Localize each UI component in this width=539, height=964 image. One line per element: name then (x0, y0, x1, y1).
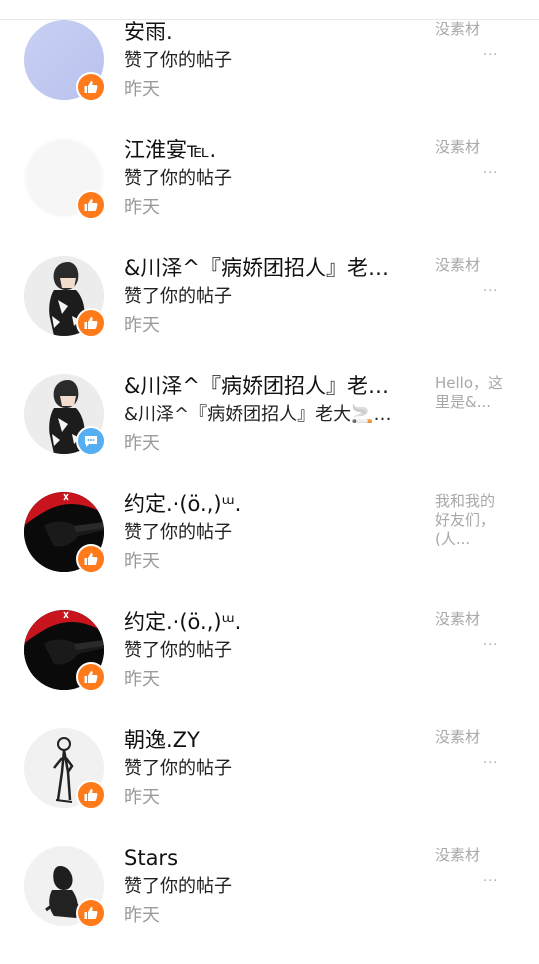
avatar-container[interactable] (24, 610, 106, 692)
notification-text: 赞了你的帖子 (124, 168, 232, 189)
notification-item[interactable]: &川泽^『病娇团招人』老… 赞了你的帖子 昨天 没素材 ... (0, 256, 539, 374)
sender-name[interactable]: Stars (124, 844, 414, 872)
post-preview[interactable]: 没素材 (435, 138, 505, 157)
avatar-container[interactable] (24, 492, 106, 574)
post-preview[interactable]: 没素材 (435, 846, 505, 865)
notification-item[interactable]: 约定.·(ö.,)ᵚ. 赞了你的帖子 昨天 没素材 ... (0, 610, 539, 728)
notification-item[interactable]: 朝逸.ZY 赞了你的帖子 昨天 没素材 ... (0, 728, 539, 846)
notification-item[interactable]: &川泽^『病娇团招人』老… &川泽^『病娇团招人』老大🚬… 昨天 Hello，这… (0, 374, 539, 492)
sender-name[interactable]: 江淮宴℡. (124, 136, 414, 164)
avatar-container[interactable] (24, 256, 106, 338)
timestamp: 昨天 (124, 433, 160, 454)
thumbs-up-icon (76, 72, 106, 102)
post-preview[interactable]: 没素材 (435, 20, 505, 39)
timestamp: 昨天 (124, 551, 160, 572)
notification-text: 赞了你的帖子 (124, 640, 232, 661)
notification-text: 赞了你的帖子 (124, 50, 232, 71)
sender-name[interactable]: &川泽^『病娇团招人』老… (124, 254, 414, 282)
preview-ellipsis: ... (483, 44, 499, 59)
timestamp: 昨天 (124, 79, 160, 100)
sender-name[interactable]: 朝逸.ZY (124, 726, 414, 754)
notification-item[interactable]: Stars 赞了你的帖子 昨天 没素材 ... (0, 846, 539, 964)
notification-text: &川泽^『病娇团招人』老大🚬… (124, 404, 392, 425)
avatar-container[interactable] (24, 20, 106, 102)
post-preview[interactable]: 没素材 (435, 256, 505, 275)
notification-text: 赞了你的帖子 (124, 758, 232, 779)
thumbs-up-icon (76, 662, 106, 692)
notification-text: 赞了你的帖子 (124, 876, 232, 897)
timestamp: 昨天 (124, 669, 160, 690)
post-preview[interactable]: 没素材 (435, 610, 505, 629)
avatar-container[interactable] (24, 846, 106, 928)
notification-item[interactable]: 江淮宴℡. 赞了你的帖子 昨天 没素材 ... (0, 138, 539, 256)
thumbs-up-icon (76, 308, 106, 338)
thumbs-up-icon (76, 544, 106, 574)
avatar-container[interactable] (24, 374, 106, 456)
preview-ellipsis: ... (483, 870, 499, 885)
preview-ellipsis: ... (483, 634, 499, 649)
thumbs-up-icon (76, 780, 106, 810)
notification-item[interactable]: 约定.·(ö.,)ᵚ. 赞了你的帖子 昨天 我和我的好友们，(人... (0, 492, 539, 610)
sender-name[interactable]: 安雨. (124, 18, 414, 46)
avatar-container[interactable] (24, 138, 106, 220)
timestamp: 昨天 (124, 905, 160, 926)
notification-item[interactable]: 安雨. 赞了你的帖子 昨天 没素材 ... (0, 20, 539, 138)
timestamp: 昨天 (124, 787, 160, 808)
post-preview[interactable]: 我和我的好友们，(人... (435, 492, 505, 549)
avatar-container[interactable] (24, 728, 106, 810)
preview-ellipsis: ... (483, 280, 499, 295)
thumbs-up-icon (76, 190, 106, 220)
notification-text: 赞了你的帖子 (124, 522, 232, 543)
notification-text: 赞了你的帖子 (124, 286, 232, 307)
preview-ellipsis: ... (483, 162, 499, 177)
sender-name[interactable]: &川泽^『病娇团招人』老… (124, 372, 414, 400)
preview-ellipsis: ... (483, 752, 499, 767)
post-preview[interactable]: 没素材 (435, 728, 505, 747)
timestamp: 昨天 (124, 197, 160, 218)
sender-name[interactable]: 约定.·(ö.,)ᵚ. (124, 608, 414, 636)
thumbs-up-icon (76, 898, 106, 928)
post-preview[interactable]: Hello，这里是&... (435, 374, 505, 412)
sender-name[interactable]: 约定.·(ö.,)ᵚ. (124, 490, 414, 518)
timestamp: 昨天 (124, 315, 160, 336)
comment-icon (76, 426, 106, 456)
